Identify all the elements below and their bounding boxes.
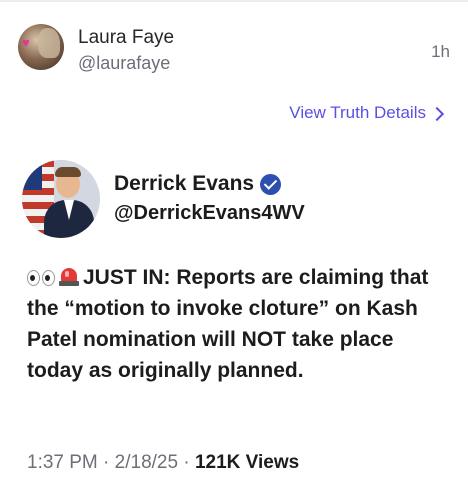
- siren-emoji-icon: [59, 266, 79, 286]
- retruth-user-name[interactable]: Laura Faye: [78, 27, 174, 49]
- retruth-user-handle[interactable]: @laurafaye: [78, 53, 170, 74]
- retruth-timestamp: 1h: [431, 42, 450, 61]
- heart-icon: ♥: [22, 35, 30, 50]
- view-truth-details-link[interactable]: View Truth Details: [289, 103, 445, 123]
- top-divider: [0, 0, 468, 2]
- views-count: 121K: [194, 452, 241, 473]
- post-author: Derrick Evans @DerrickEvans4WV: [22, 160, 452, 240]
- post-time: 1:37 PM: [27, 452, 98, 473]
- eyes-emoji-icon: [27, 270, 55, 286]
- verified-badge-icon: [260, 173, 282, 195]
- author-handle[interactable]: @DerrickEvans4WV: [114, 202, 305, 225]
- chevron-right-icon: [429, 106, 445, 121]
- retruth-header: ♥ Laura Faye @laurafaye 1h: [18, 24, 450, 80]
- author-name-text: Derrick Evans: [114, 172, 255, 195]
- retruth-avatar[interactable]: ♥: [18, 24, 64, 70]
- views-label: Views: [245, 452, 300, 473]
- post-meta: 1:37 PM · 2/18/25 · 121K Views: [27, 452, 300, 473]
- post-body: JUST IN: Reports are claiming that the “…: [27, 262, 447, 386]
- author-avatar[interactable]: [22, 160, 100, 238]
- author-name[interactable]: Derrick Evans: [114, 172, 282, 196]
- post-body-text: JUST IN: Reports are claiming that the “…: [27, 266, 429, 382]
- view-truth-details-label: View Truth Details: [289, 103, 426, 122]
- post-date: 2/18/25: [114, 452, 179, 473]
